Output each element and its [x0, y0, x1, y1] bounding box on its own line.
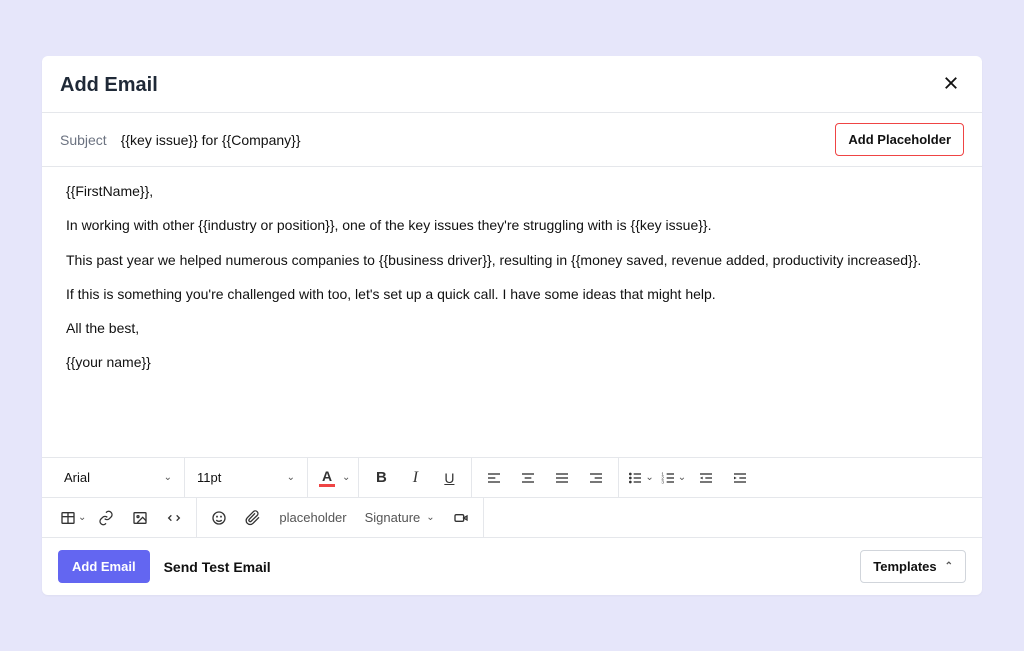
placeholder-button[interactable]: placeholder: [271, 510, 354, 525]
chevron-down-icon: ⌄: [342, 472, 350, 483]
font-group: Arial ⌄: [52, 458, 185, 497]
text-color-group: A ⌄: [308, 458, 359, 497]
bold-button[interactable]: B: [365, 462, 397, 494]
size-group: 11pt ⌄: [185, 458, 308, 497]
numbered-list-button[interactable]: 123 ⌄: [658, 462, 688, 494]
font-family-value: Arial: [64, 470, 90, 485]
chevron-down-icon: ⌄: [287, 472, 295, 483]
templates-label: Templates: [873, 559, 936, 574]
align-group: [472, 458, 619, 497]
toolbar-row-1: Arial ⌄ 11pt ⌄ A ⌄ B: [42, 458, 982, 498]
attachment-button[interactable]: [237, 502, 269, 534]
signature-button[interactable]: Signature ⌄: [357, 510, 443, 525]
bullet-list-button[interactable]: ⌄: [625, 462, 655, 494]
outdent-button[interactable]: [690, 462, 722, 494]
text-color-button[interactable]: A ⌄: [314, 462, 352, 494]
list-group: ⌄ 123 ⌄: [619, 458, 762, 497]
body-paragraph: {{your name}}: [66, 352, 958, 372]
send-test-email-button[interactable]: Send Test Email: [164, 559, 271, 575]
chevron-down-icon: ⌄: [645, 472, 653, 483]
table-button[interactable]: ⌄: [58, 502, 88, 534]
chevron-down-icon: ⌄: [426, 512, 434, 523]
close-icon: [942, 74, 960, 92]
attach-group: placeholder Signature ⌄: [197, 498, 483, 537]
signature-label: Signature: [365, 510, 421, 525]
font-size-select[interactable]: 11pt ⌄: [191, 470, 301, 485]
add-placeholder-button[interactable]: Add Placeholder: [835, 123, 964, 156]
email-body-editor[interactable]: {{FirstName}}, In working with other {{i…: [42, 167, 982, 457]
body-paragraph: In working with other {{industry or posi…: [66, 215, 958, 235]
body-paragraph: This past year we helped numerous compan…: [66, 250, 958, 270]
modal-title: Add Email: [60, 74, 158, 97]
video-button[interactable]: [445, 502, 477, 534]
toolbar-spacer: [484, 498, 972, 537]
insert-group: ⌄: [52, 498, 197, 537]
chevron-up-icon: ⌃: [945, 561, 953, 572]
add-email-modal: Add Email Subject {{key issue}} for {{Co…: [42, 56, 982, 595]
editor-toolbar: Arial ⌄ 11pt ⌄ A ⌄ B: [42, 457, 982, 538]
body-paragraph: {{FirstName}},: [66, 181, 958, 201]
emoji-button[interactable]: [203, 502, 235, 534]
close-button[interactable]: [938, 72, 964, 98]
chevron-down-icon: ⌄: [164, 472, 172, 483]
align-justify-button[interactable]: [546, 462, 578, 494]
add-email-button[interactable]: Add Email: [58, 550, 150, 583]
align-center-button[interactable]: [512, 462, 544, 494]
chevron-down-icon: ⌄: [78, 512, 86, 523]
subject-row: Subject {{key issue}} for {{Company}} Ad…: [42, 113, 982, 167]
chevron-down-icon: ⌄: [678, 472, 686, 483]
svg-text:3: 3: [661, 479, 664, 484]
subject-input[interactable]: {{key issue}} for {{Company}}: [121, 132, 822, 148]
body-paragraph: If this is something you're challenged w…: [66, 284, 958, 304]
templates-button[interactable]: Templates ⌃: [860, 550, 966, 583]
align-right-button[interactable]: [580, 462, 612, 494]
italic-button[interactable]: I: [399, 462, 431, 494]
font-size-value: 11pt: [197, 470, 221, 485]
font-family-select[interactable]: Arial ⌄: [58, 470, 178, 485]
toolbar-row-2: ⌄ placeholder: [42, 498, 982, 538]
indent-button[interactable]: [724, 462, 756, 494]
image-button[interactable]: [124, 502, 156, 534]
link-button[interactable]: [90, 502, 122, 534]
align-left-button[interactable]: [478, 462, 510, 494]
code-button[interactable]: [158, 502, 190, 534]
modal-header: Add Email: [42, 56, 982, 113]
text-color-icon: A: [316, 469, 338, 487]
body-paragraph: All the best,: [66, 318, 958, 338]
subject-label: Subject: [60, 132, 107, 148]
modal-footer: Add Email Send Test Email Templates ⌃: [42, 538, 982, 595]
underline-button[interactable]: U: [433, 462, 465, 494]
text-style-group: B I U: [359, 458, 472, 497]
